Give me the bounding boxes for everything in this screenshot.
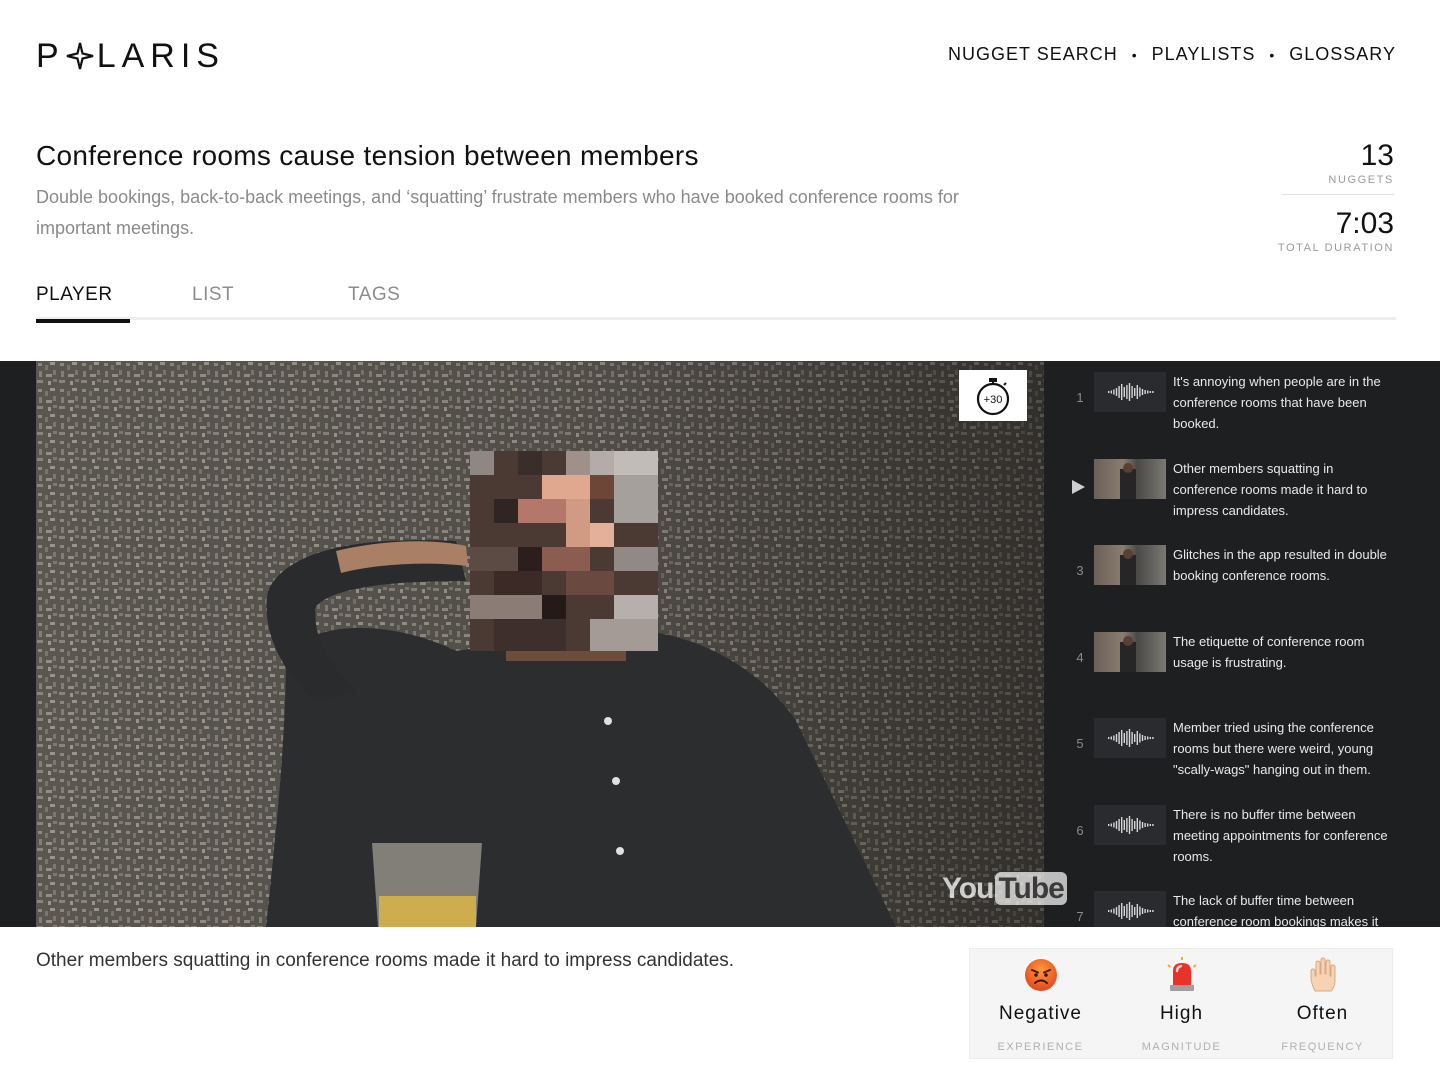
frequency-label: FREQUENCY [1281,1041,1364,1053]
playlist-item-text: Member tried using the conference rooms … [1173,720,1374,777]
playlist-item[interactable]: 5 Member tried using the conference rooms… [1044,718,1440,798]
view-tabs: PLAYER LIST TAGS [36,284,1396,323]
skip-forward-30-button[interactable]: +30 [959,370,1027,421]
playlist-item-text: The etiquette of conference room usage i… [1173,633,1365,670]
main-nav: NUGGET SEARCH • PLAYLISTS • GLOSSARY [948,44,1396,65]
nuggets-count: 13 [1360,139,1394,172]
experience-value: Negative [999,1003,1082,1024]
experience-label: EXPERIENCE [997,1041,1084,1053]
tab-list[interactable]: LIST [192,284,234,320]
insight-title: Conference rooms cause tension between m… [36,140,699,171]
playlist-item-index: 7 [1076,909,1084,924]
angry-face-icon [1024,959,1057,991]
nuggets-label: NUGGETS [1328,174,1394,186]
duration-label: TOTAL DURATION [1277,242,1394,254]
nav-playlists[interactable]: PLAYLISTS [1152,44,1256,65]
insight-description: Double bookings, back-to-back meetings, … [36,187,959,238]
playlist-item-text: Glitches in the app resulted in double b… [1173,547,1387,583]
video-thumbnail [1094,545,1166,585]
play-icon [1072,479,1085,494]
playlist-item-index: 1 [1076,390,1084,405]
video-thumbnail [1094,631,1166,672]
playlist-item-index: 3 [1076,563,1084,578]
playlist-item[interactable]: 1 It's annoying when people are in the co… [1044,372,1440,452]
playlist-item-index: 5 [1076,736,1084,751]
rating-panel: Negative EXPERIENCE High MAGNITUDE Often… [969,948,1393,1059]
playlist-item[interactable]: 7 The lack of buffer time between confere… [1044,891,1440,927]
duration-stat: 7:03 TOTAL DURATION [1277,207,1394,255]
playlist-item[interactable]: 3 Glitches in the app resulted in double … [1044,545,1440,625]
nuggets-stat: 13 NUGGETS [1328,139,1394,187]
magnitude-rating: High MAGNITUDE [1111,949,1252,1060]
experience-rating: Negative EXPERIENCE [970,949,1111,1060]
playlist-item-index: 6 [1076,822,1084,838]
playlist-item-text: It's annoying when people are in the con… [1173,374,1381,431]
playlist-item-text: Other members squatting in conference ro… [1173,460,1368,518]
magnitude-value: High [1159,1003,1204,1024]
siren-icon [1166,957,1197,991]
magnitude-label: MAGNITUDE [1141,1041,1222,1053]
total-duration: 7:03 [1335,207,1394,240]
playlist-item-index: 4 [1076,649,1084,665]
tab-tags[interactable]: TAGS [348,284,400,320]
video-player[interactable] [36,361,1044,927]
nav-glossary[interactable]: GLOSSARY [1289,44,1396,65]
video-frame [36,361,1044,927]
stopwatch-icon: +30 [976,377,1010,415]
playlist-item-text: The lack of buffer time between conferen… [1173,893,1379,927]
video-thumbnail [1094,458,1166,499]
waveform-icon [1094,804,1166,845]
playlist-item[interactable]: Other members squatting in conference ro… [1044,458,1440,539]
polaris-logo[interactable]: P LARIS [36,36,225,76]
nav-separator: • [1269,46,1276,63]
top-header: P LARIS NUGGET SEARCH • PLAYLISTS • GLOS… [0,0,1440,110]
nav-nugget-search[interactable]: NUGGET SEARCH [948,44,1118,65]
current-nugget-caption: Other members squatting in conference ro… [36,950,735,971]
pixelated-face [470,451,658,651]
tab-player[interactable]: PLAYER [36,284,130,323]
frequency-rating: Often FREQUENCY [1252,949,1393,1060]
star-icon [66,42,93,70]
nugget-playlist: 1 It's annoying when people are in the co… [1044,361,1440,927]
playlist-item[interactable]: 6 There is no buffer time between meeting… [1044,804,1440,885]
frequency-value: Often [1296,1003,1349,1024]
stat-divider [1282,194,1394,195]
nav-separator: • [1131,46,1138,63]
playlist-item-text: There is no buffer time between meeting … [1173,806,1388,864]
playlist-item[interactable]: 4 The etiquette of conference room usage … [1044,631,1440,712]
waveform-icon [1094,372,1166,412]
waveform-icon [1094,718,1166,758]
skip-label: +30 [984,394,1003,406]
waveform-icon [1094,891,1166,927]
raised-hand-icon [1310,957,1335,992]
